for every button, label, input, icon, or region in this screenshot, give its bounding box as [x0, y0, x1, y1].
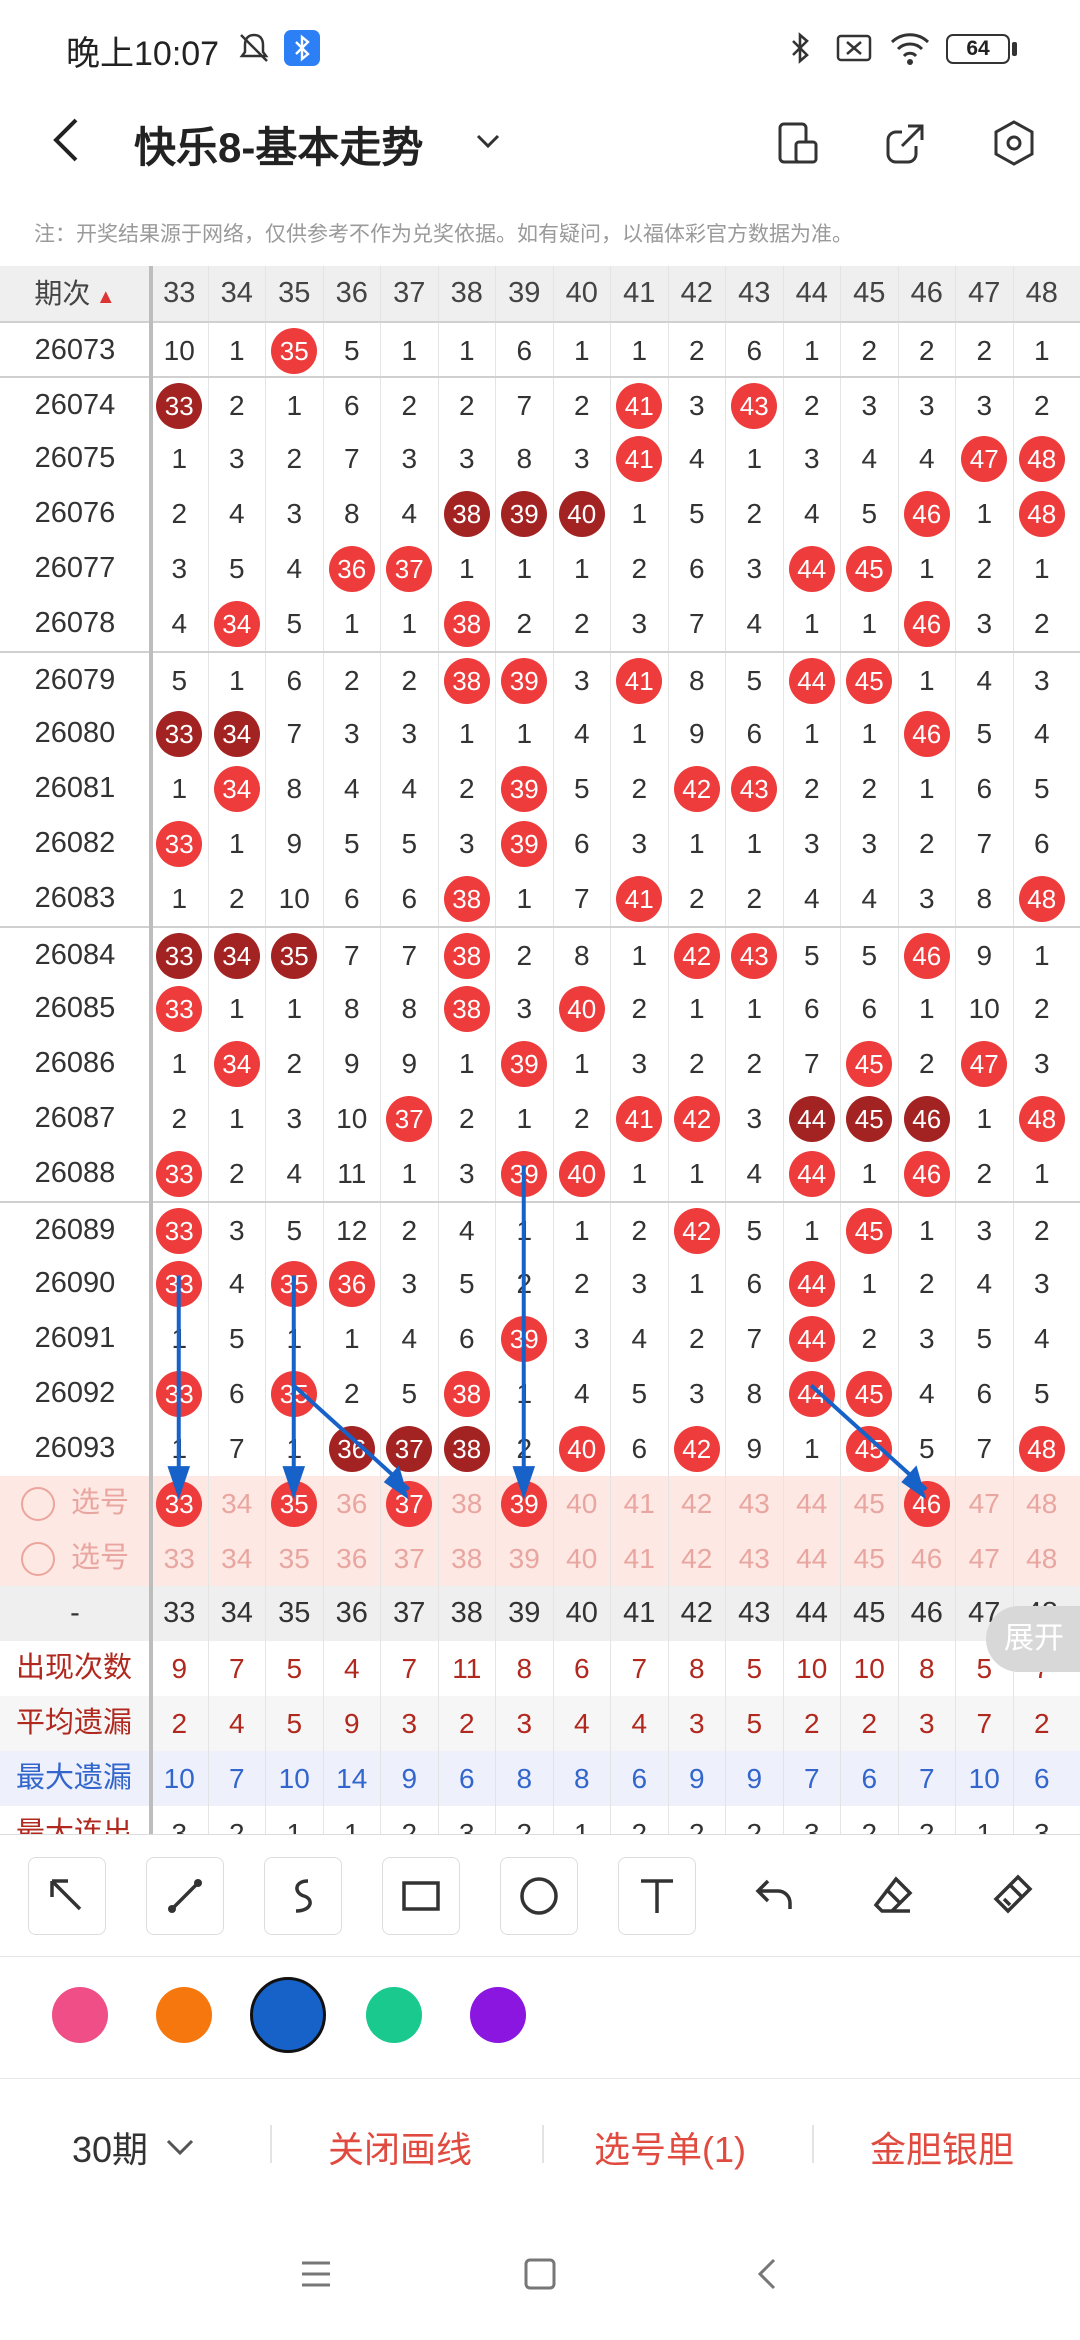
page-title: 快乐8-基本走势 [134, 124, 424, 171]
eraser-icon[interactable] [854, 1857, 932, 1935]
clear-brush-icon[interactable] [972, 1857, 1050, 1935]
divider [812, 2125, 814, 2163]
rectangle-icon[interactable] [382, 1857, 460, 1935]
bluetooth-notification-icon [284, 30, 320, 66]
wifi-icon [890, 33, 930, 65]
phone-layout-icon[interactable] [776, 120, 820, 166]
period-count-selector[interactable]: 30期 [72, 2121, 148, 2173]
color-swatch-green[interactable] [366, 1987, 422, 2043]
menu-icon[interactable] [296, 2254, 336, 2294]
mute-bell-icon [239, 33, 269, 62]
title-dropdown-icon[interactable] [470, 124, 506, 160]
gold-silver-button[interactable]: 金胆银胆 [870, 2121, 1014, 2173]
ticket-button[interactable]: 选号单(1) [594, 2121, 746, 2173]
text-icon[interactable] [618, 1857, 696, 1935]
divider [542, 2125, 544, 2163]
chevron-down-icon[interactable] [164, 2135, 196, 2159]
system-nav-bar [0, 2208, 1080, 2340]
disclaimer-text: 注：开奖结果源于网络，仅供参考不作为兑奖依据。如有疑问，以福体彩官方数据为准。 [34, 223, 853, 246]
color-swatch-orange[interactable] [156, 1987, 212, 2043]
expand-button[interactable]: 展开 [986, 1606, 1080, 1672]
trend-arrow-head [512, 1466, 536, 1500]
back-icon[interactable] [748, 2254, 788, 2294]
undo-icon[interactable] [736, 1857, 814, 1935]
clock: 晚上10:07 [66, 35, 220, 73]
trend-table: 期次 ▲ 33 34 35 36 37 38 39 40 41 42 43 44 45 46 47 48 26… [0, 266, 1080, 1834]
color-palette [0, 1956, 1080, 2076]
sim-off-icon [836, 34, 872, 62]
color-swatch-pink[interactable] [52, 1987, 108, 2043]
select-arrow-icon[interactable] [28, 1857, 106, 1935]
home-square-icon[interactable] [520, 2254, 560, 2294]
trend-arrow-head [282, 1466, 306, 1500]
drawn-trend-lines [167, 1165, 928, 1500]
bottom-action-bar: 30期 关闭画线 选号单(1) 金胆银胆 [0, 2078, 1080, 2208]
status-bar: 晚上10:07 64 [0, 0, 1080, 92]
trend-arrow-head [167, 1466, 191, 1500]
line-icon[interactable] [146, 1857, 224, 1935]
color-swatch-purple[interactable] [470, 1987, 526, 2043]
back-chevron-icon[interactable] [46, 112, 86, 168]
battery-tip [1012, 42, 1017, 56]
drawing-toolbar [0, 1834, 1080, 1954]
settings-hex-icon[interactable] [990, 118, 1038, 168]
divider [270, 2125, 272, 2163]
battery-level: 64 [946, 34, 1010, 64]
share-icon[interactable] [882, 120, 928, 166]
close-lines-button[interactable]: 关闭画线 [328, 2121, 472, 2173]
bluetooth-icon [792, 32, 809, 64]
color-swatch-blue-selected[interactable] [250, 1977, 326, 2053]
circle-icon[interactable] [500, 1857, 578, 1935]
curve-icon[interactable] [264, 1857, 342, 1935]
